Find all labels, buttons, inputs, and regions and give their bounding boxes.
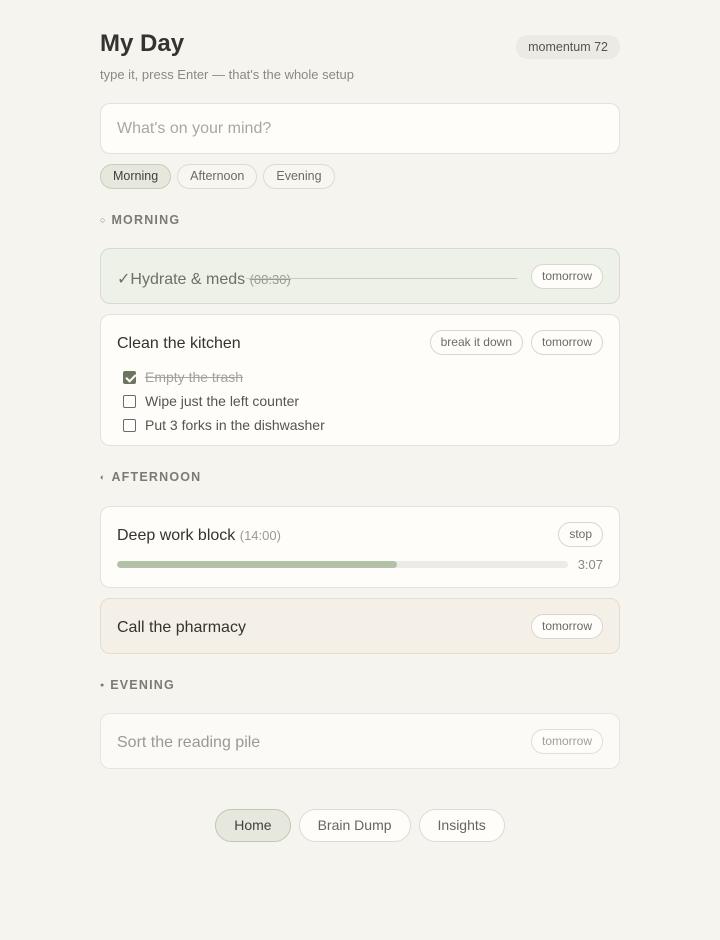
- tomorrow-button[interactable]: tomorrow: [530, 614, 603, 639]
- task-card-reading-pile[interactable]: Sort the reading pile tomorrow: [100, 713, 620, 769]
- tomorrow-button[interactable]: tomorrow: [530, 729, 603, 754]
- subtask-label: Empty the trash: [145, 369, 244, 385]
- app-container: My Day type it, press Enter — that's the…: [100, 0, 620, 769]
- subtask-label: Put 3 forks in the dishwasher: [145, 417, 325, 433]
- filter-morning[interactable]: Morning: [100, 164, 172, 189]
- page-title: My Day: [100, 30, 185, 57]
- task-time: (14:00): [239, 528, 281, 543]
- focus-timer: 3:07: [577, 557, 603, 572]
- strikethrough-line: [246, 278, 517, 279]
- task-input[interactable]: [100, 103, 620, 154]
- task-title-text: Hydrate & meds: [130, 271, 246, 288]
- section-afternoon-header: ◐ AFTERNOON: [100, 470, 201, 484]
- bottom-nav: Home Brain Dump Insights: [0, 809, 720, 842]
- task-card-deep-work[interactable]: Deep work block (14:00) stop 3:07: [100, 506, 620, 588]
- task-title: Clean the kitchen: [117, 335, 241, 352]
- task-card-pharmacy[interactable]: Call the pharmacy tomorrow: [100, 598, 620, 654]
- subtask-item[interactable]: Empty the trash: [123, 365, 325, 389]
- task-card-hydrate[interactable]: ✓Hydrate & meds (08:30) tomorrow: [100, 248, 620, 304]
- section-morning-label: MORNING: [111, 213, 181, 227]
- task-card-kitchen[interactable]: Clean the kitchen break it down tomorrow…: [100, 314, 620, 446]
- section-afternoon-label: AFTERNOON: [111, 470, 202, 484]
- check-mark-icon: ✓: [117, 271, 131, 288]
- task-title: Call the pharmacy: [117, 619, 246, 636]
- subtask-item[interactable]: Put 3 forks in the dishwasher: [123, 413, 325, 437]
- subtask-checkbox[interactable]: [123, 370, 136, 384]
- task-title-text: Deep work block: [117, 527, 236, 544]
- subtask-label: Wipe just the left counter: [145, 393, 300, 409]
- subtask-item[interactable]: Wipe just the left counter: [123, 389, 325, 413]
- half-circle-icon: ◐: [100, 472, 106, 482]
- section-evening-header: ● EVENING: [100, 678, 175, 692]
- nav-home[interactable]: Home: [215, 809, 291, 842]
- task-title: Deep work block (14:00): [117, 527, 281, 545]
- time-filter-chips: Morning Afternoon Evening: [100, 164, 335, 189]
- filled-dot-icon: ●: [100, 681, 105, 689]
- filter-afternoon[interactable]: Afternoon: [177, 164, 258, 189]
- momentum-badge: momentum 72: [516, 35, 620, 59]
- task-title: ✓Hydrate & meds (08:30): [117, 269, 291, 289]
- nav-brain-dump[interactable]: Brain Dump: [298, 809, 411, 842]
- header: My Day type it, press Enter — that's the…: [100, 0, 620, 100]
- break-it-down-button[interactable]: break it down: [429, 330, 523, 355]
- filter-evening[interactable]: Evening: [263, 164, 335, 189]
- nav-insights[interactable]: Insights: [418, 809, 505, 842]
- stop-button[interactable]: stop: [558, 522, 603, 547]
- section-morning-header: ○ MORNING: [100, 213, 180, 227]
- page-subtitle: type it, press Enter — that's the whole …: [100, 67, 354, 82]
- section-evening-label: EVENING: [110, 678, 175, 692]
- task-time: (08:30): [249, 272, 291, 287]
- focus-progress-bar: [117, 561, 568, 568]
- subtask-checkbox[interactable]: [123, 394, 136, 408]
- tomorrow-button[interactable]: tomorrow: [530, 264, 603, 289]
- task-title: Sort the reading pile: [117, 734, 261, 751]
- focus-progress-fill: [117, 561, 397, 568]
- tomorrow-button[interactable]: tomorrow: [530, 330, 603, 355]
- subtask-checkbox[interactable]: [123, 418, 136, 432]
- empty-circle-icon: ○: [100, 215, 106, 225]
- subtask-list: Empty the trash Wipe just the left count…: [123, 365, 325, 437]
